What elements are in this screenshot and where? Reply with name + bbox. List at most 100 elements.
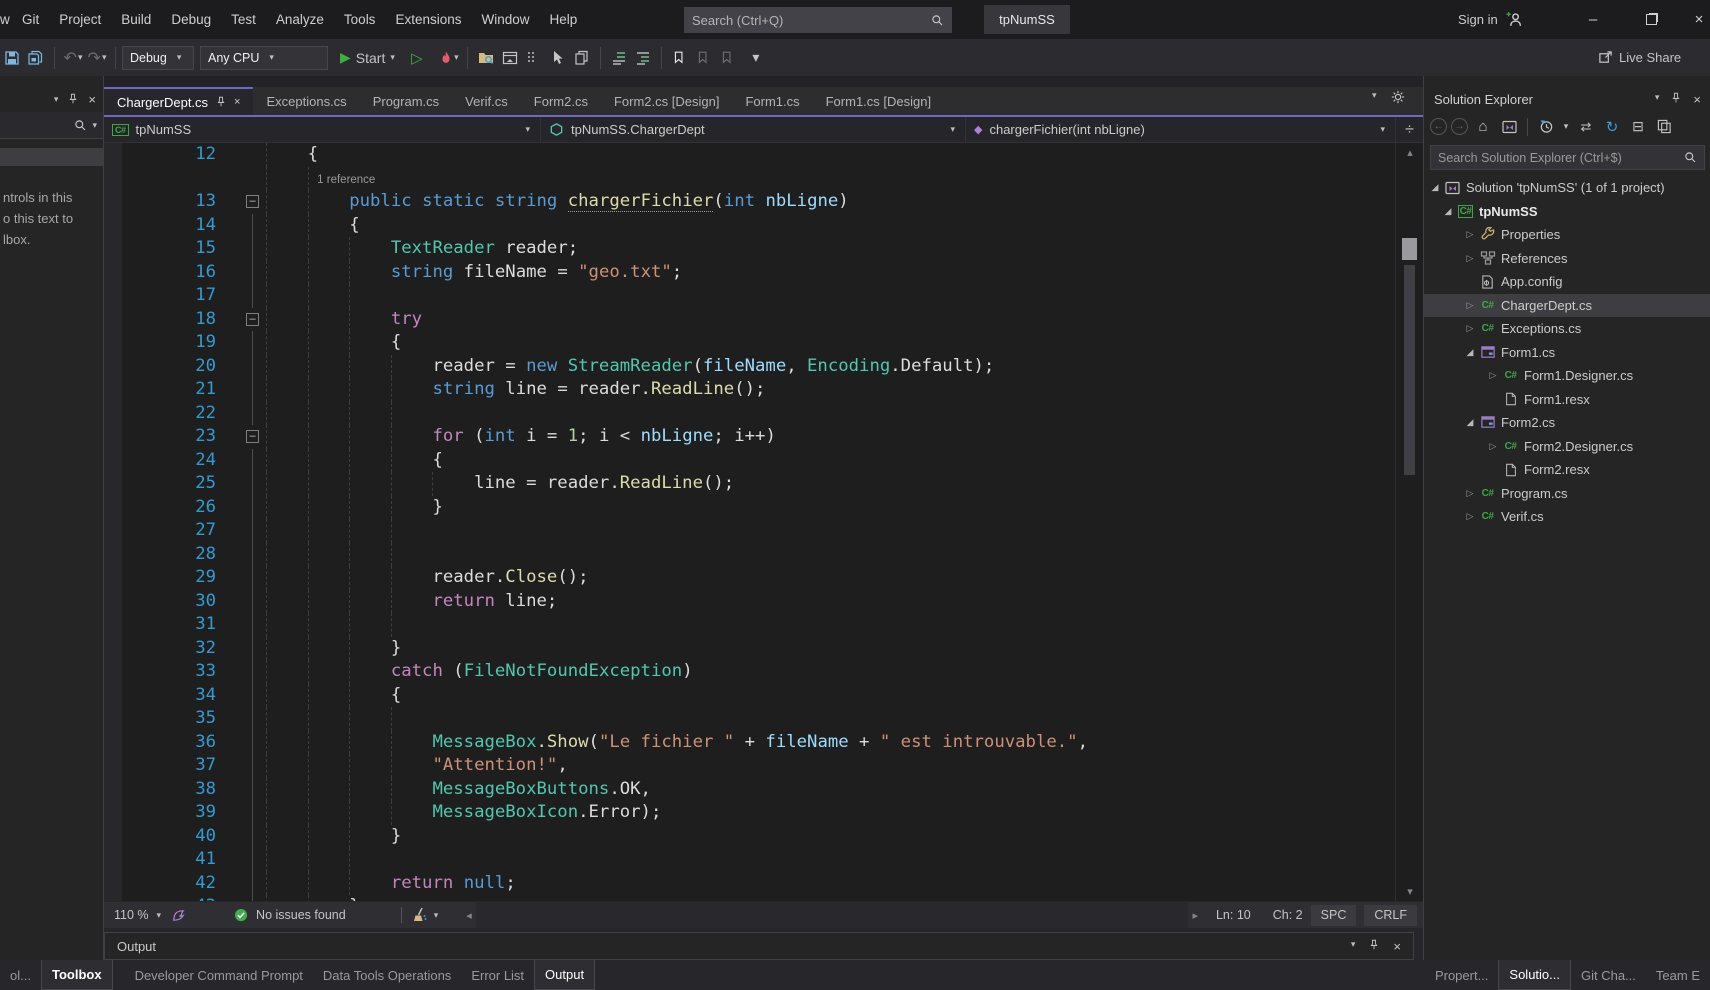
live-share-button[interactable]: Live Share xyxy=(1598,39,1681,76)
toolbox-search-input[interactable]: ▾ xyxy=(0,112,103,139)
line-indicator[interactable]: Ln: 10 xyxy=(1216,908,1251,922)
tab-exceptions-cs[interactable]: Exceptions.cs xyxy=(253,87,359,115)
side-tab-git-cha-[interactable]: Git Cha... xyxy=(1571,960,1646,990)
configuration-select[interactable]: Debug▾ xyxy=(122,46,194,70)
startup-page-button[interactable] xyxy=(498,45,522,71)
close-icon[interactable]: × xyxy=(234,96,240,108)
codelens-references[interactable]: 1 reference xyxy=(266,174,375,186)
hot-reload-button[interactable]: ▾ xyxy=(437,45,461,71)
collapse-all-button[interactable]: ⊟ xyxy=(1627,116,1649,138)
chevron-down-icon[interactable]: ▾ xyxy=(1351,939,1356,954)
tree-item-exceptions-cs[interactable]: ▷C#Exceptions.cs xyxy=(1424,317,1710,341)
tree-item-tpnumss[interactable]: ◢C#tpNumSS xyxy=(1424,200,1710,224)
tree-item-verif-cs[interactable]: ▷C#Verif.cs xyxy=(1424,505,1710,529)
scroll-down-icon[interactable]: ▾ xyxy=(1396,885,1424,898)
restore-button[interactable] xyxy=(1628,0,1674,39)
side-tab-team-e[interactable]: Team E xyxy=(1646,960,1710,990)
increase-indent-button[interactable] xyxy=(631,45,655,71)
tree-collapsed-icon[interactable]: ▷ xyxy=(1486,370,1500,381)
save-all-button[interactable] xyxy=(24,45,48,71)
tree-expanded-icon[interactable]: ◢ xyxy=(1463,347,1477,358)
chevron-down-icon[interactable]: ▾ xyxy=(54,94,59,105)
editor-vertical-scrollbar[interactable]: ▴ ▾ xyxy=(1395,143,1423,901)
scroll-right-icon[interactable]: ▸ xyxy=(1192,909,1198,922)
menu-item-debug[interactable]: Debug xyxy=(161,0,221,39)
pin-icon[interactable] xyxy=(1368,939,1380,954)
show-all-files-button[interactable] xyxy=(1653,116,1675,138)
pin-icon[interactable] xyxy=(1670,92,1682,107)
column-guides-button[interactable] xyxy=(522,45,546,71)
menu-item-test[interactable]: Test xyxy=(221,0,266,39)
copy-document-button[interactable] xyxy=(570,45,594,71)
forward-button[interactable]: → xyxy=(1451,118,1468,135)
tree-expanded-icon[interactable]: ◢ xyxy=(1441,206,1455,217)
zoom-level-select[interactable]: 110 % xyxy=(114,908,149,922)
menu-item-git[interactable]: Git xyxy=(12,0,49,39)
fold-toggle[interactable]: – xyxy=(246,313,259,326)
refresh-button[interactable]: ↻ xyxy=(1601,116,1623,138)
toolbox-group-header[interactable] xyxy=(0,148,103,166)
toolbar-overflow-button[interactable]: ▾ xyxy=(744,45,768,71)
tab-options-gear-icon[interactable] xyxy=(1391,90,1405,104)
code-editor[interactable]: 12{1 reference13–public static string ch… xyxy=(104,143,1423,901)
tree-item-app-config[interactable]: App.config xyxy=(1424,270,1710,294)
tab-program-cs[interactable]: Program.cs xyxy=(360,87,452,115)
panel-tab-data-tools-operations[interactable]: Data Tools Operations xyxy=(313,960,461,990)
tree-item-form2-designer-cs[interactable]: ▷C#Form2.Designer.cs xyxy=(1424,435,1710,459)
menu-item-window[interactable]: Window xyxy=(471,0,539,39)
menu-item-tools[interactable]: Tools xyxy=(334,0,386,39)
menu-item-help[interactable]: Help xyxy=(540,0,588,39)
space-mode-indicator[interactable]: SPC xyxy=(1311,905,1357,926)
type-dropdown[interactable]: tpNumSS.ChargerDept ▾ xyxy=(540,117,965,142)
scroll-up-icon[interactable]: ▴ xyxy=(1396,146,1424,159)
menu-item-clipped[interactable]: w xyxy=(0,12,12,27)
find-in-files-button[interactable] xyxy=(474,45,498,71)
pending-changes-filter-button[interactable] xyxy=(1535,116,1557,138)
bottom-tab-ol-[interactable]: ol... xyxy=(0,960,41,990)
tree-item-form1-resx[interactable]: Form1.resx xyxy=(1424,388,1710,412)
document-health-icon[interactable] xyxy=(171,908,186,923)
menu-item-project[interactable]: Project xyxy=(49,0,111,39)
tab-list-chevron-icon[interactable]: ▾ xyxy=(1372,90,1377,104)
tree-item-form2-resx[interactable]: Form2.resx xyxy=(1424,458,1710,482)
health-status-label[interactable]: No issues found xyxy=(256,908,346,922)
scroll-left-icon[interactable]: ◂ xyxy=(466,909,472,922)
pin-icon[interactable] xyxy=(215,96,227,109)
previous-bookmark-button[interactable] xyxy=(692,45,716,71)
close-icon[interactable]: × xyxy=(88,92,96,107)
tree-item-form1-cs[interactable]: ◢Form1.cs xyxy=(1424,341,1710,365)
platform-select[interactable]: Any CPU▾ xyxy=(200,46,328,70)
line-ending-indicator[interactable]: CRLF xyxy=(1364,905,1417,926)
back-button[interactable]: ← xyxy=(1430,118,1447,135)
tab-form2-cs[interactable]: Form2.cs xyxy=(521,87,601,115)
tree-collapsed-icon[interactable]: ▷ xyxy=(1463,253,1477,264)
tab-form1-cs-design-[interactable]: Form1.cs [Design] xyxy=(813,87,944,115)
tree-collapsed-icon[interactable]: ▷ xyxy=(1463,323,1477,334)
minimize-button[interactable]: – xyxy=(1570,0,1616,39)
tab-form2-cs-design-[interactable]: Form2.cs [Design] xyxy=(601,87,732,115)
tree-item-chargerdept-cs[interactable]: ▷C#ChargerDept.cs xyxy=(1424,294,1710,318)
bottom-tab-toolbox[interactable]: Toolbox xyxy=(41,960,113,990)
switch-views-button[interactable] xyxy=(1498,116,1520,138)
tab-verif-cs[interactable]: Verif.cs xyxy=(452,87,521,115)
menu-item-analyze[interactable]: Analyze xyxy=(266,0,334,39)
column-indicator[interactable]: Ch: 2 xyxy=(1273,908,1303,922)
close-icon[interactable]: × xyxy=(1393,939,1401,954)
menu-item-build[interactable]: Build xyxy=(111,0,161,39)
scrollbar-thumb[interactable] xyxy=(1402,238,1417,260)
chevron-down-icon[interactable]: ▾ xyxy=(1655,92,1660,107)
project-dropdown[interactable]: C# tpNumSS ▾ xyxy=(104,117,540,142)
tree-collapsed-icon[interactable]: ▷ xyxy=(1463,488,1477,499)
panel-tab-developer-command-prompt[interactable]: Developer Command Prompt xyxy=(125,960,313,990)
panel-tab-error-list[interactable]: Error List xyxy=(461,960,534,990)
save-button[interactable] xyxy=(0,45,24,71)
tree-expanded-icon[interactable]: ◢ xyxy=(1428,182,1442,193)
close-button[interactable]: × xyxy=(1688,0,1710,39)
tree-item-form1-designer-cs[interactable]: ▷C#Form1.Designer.cs xyxy=(1424,364,1710,388)
tree-item-references[interactable]: ▷References xyxy=(1424,247,1710,271)
fold-toggle[interactable]: – xyxy=(246,195,259,208)
member-dropdown[interactable]: ◆ chargerFichier(int nbLigne) ▾ xyxy=(965,117,1395,142)
tree-item-properties[interactable]: ▷Properties xyxy=(1424,223,1710,247)
code-cleanup-broom-icon[interactable] xyxy=(412,907,428,923)
start-debug-button[interactable]: ▶Start▾ xyxy=(340,45,395,71)
